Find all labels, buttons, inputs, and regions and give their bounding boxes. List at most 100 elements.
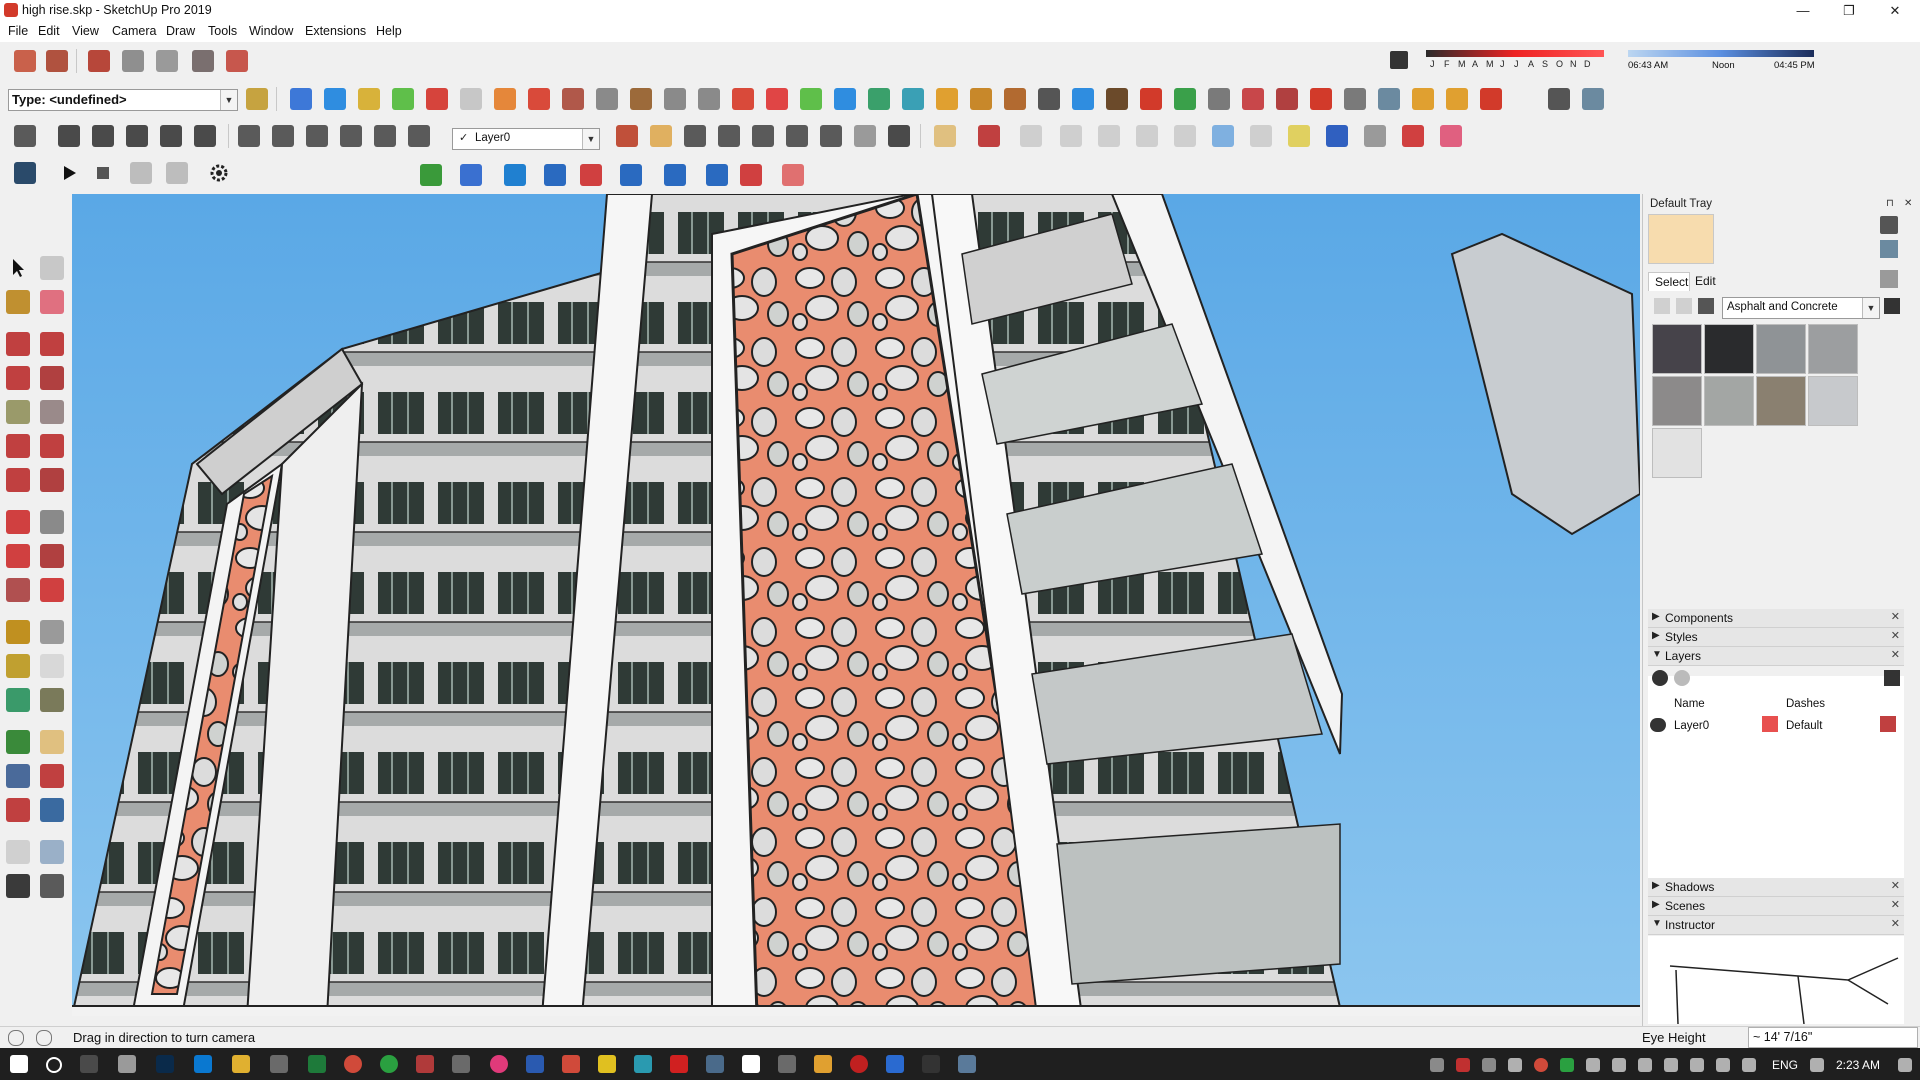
swatch-3[interactable]	[1756, 324, 1806, 374]
details-arrow-icon[interactable]	[1884, 298, 1900, 314]
classifier-icon[interactable]	[246, 88, 268, 110]
tray-close-button[interactable]: ✕	[1904, 198, 1912, 209]
tray-icon-2[interactable]	[1456, 1058, 1470, 1072]
home-icon[interactable]	[1698, 298, 1714, 314]
intersect-icon[interactable]	[800, 88, 822, 110]
extension-icon-3[interactable]	[1412, 88, 1434, 110]
tray-icon-1[interactable]	[1430, 1058, 1444, 1072]
offset-icon[interactable]	[698, 88, 720, 110]
layers-col-dashes[interactable]: Dashes	[1786, 698, 1825, 710]
menu-tools[interactable]: Tools	[208, 24, 237, 38]
spiral-icon[interactable]	[1364, 125, 1386, 147]
add-detail-icon[interactable]	[1140, 88, 1162, 110]
smoove-icon[interactable]	[1038, 88, 1060, 110]
view-front-icon[interactable]	[358, 88, 380, 110]
stop-icon[interactable]	[92, 162, 114, 184]
circle-tool-icon[interactable]	[6, 400, 30, 424]
time-slider[interactable]	[1628, 50, 1814, 57]
extension-icon-7[interactable]	[1582, 88, 1604, 110]
select-arrow-icon[interactable]	[6, 256, 30, 280]
extension-icon-6[interactable]	[1548, 88, 1570, 110]
section-tool-icon[interactable]	[226, 50, 248, 72]
freehand-tool-icon[interactable]	[40, 332, 64, 356]
walk-icon[interactable]	[888, 125, 910, 147]
move-tool-icon[interactable]	[6, 510, 30, 534]
lumion-icon[interactable]	[14, 162, 36, 184]
excel-icon[interactable]	[308, 1055, 326, 1073]
restore-button[interactable]: ❐	[1826, 0, 1872, 22]
freehand-icon[interactable]	[1288, 125, 1310, 147]
panel-shadows[interactable]: ▶ Shadows ✕	[1648, 878, 1904, 897]
3d-text-icon[interactable]	[40, 688, 64, 712]
section-plane-icon[interactable]	[562, 88, 584, 110]
acrobat-icon[interactable]	[670, 1055, 688, 1073]
walk-tool-icon[interactable]	[6, 874, 30, 898]
play-icon[interactable]	[58, 162, 80, 184]
dynamic-component-icon[interactable]	[1208, 88, 1230, 110]
view-left-icon[interactable]	[460, 88, 482, 110]
view-back-icon[interactable]	[426, 88, 448, 110]
keyboard-icon[interactable]	[1810, 1058, 1824, 1072]
dimension-icon[interactable]	[40, 620, 64, 644]
previous-view-icon[interactable]	[786, 125, 808, 147]
paint-bucket-icon[interactable]	[6, 290, 30, 314]
layer-color-swatch[interactable]	[1762, 716, 1778, 732]
swatch-5[interactable]	[1652, 376, 1702, 426]
offset-tool-icon[interactable]	[40, 578, 64, 602]
extension-icon-1[interactable]	[1344, 88, 1366, 110]
zoom-window-tool-icon[interactable]	[40, 764, 64, 788]
tab-edit[interactable]: Edit	[1689, 272, 1727, 290]
extension-icon-2[interactable]	[1378, 88, 1400, 110]
stamp-icon[interactable]	[1072, 88, 1094, 110]
split-icon[interactable]	[902, 88, 924, 110]
paint-icon[interactable]	[528, 88, 550, 110]
trim-icon[interactable]	[868, 88, 890, 110]
tray-icon-5[interactable]	[1612, 1058, 1626, 1072]
measurements-box[interactable]: ~ 14' 7/16"	[1748, 1027, 1918, 1048]
chevron-down-icon[interactable]: ▼	[582, 129, 599, 149]
bridge-icon[interactable]	[922, 1055, 940, 1073]
photoshop-icon[interactable]	[156, 1055, 174, 1073]
language-indicator[interactable]: ENG	[1772, 1058, 1798, 1072]
app-icon-5[interactable]	[706, 1055, 724, 1073]
scene-remove-icon[interactable]	[166, 162, 188, 184]
position-camera-tool-icon[interactable]	[6, 840, 30, 864]
menu-draw[interactable]: Draw	[166, 24, 195, 38]
zoom-window-icon[interactable]	[718, 125, 740, 147]
menu-extensions[interactable]: Extensions	[305, 24, 366, 38]
create-material-icon[interactable]	[1880, 216, 1898, 234]
axes-tool-icon[interactable]	[6, 688, 30, 712]
pencil-icon[interactable]	[978, 125, 1000, 147]
view-iso-icon[interactable]	[290, 88, 312, 110]
protractor-icon[interactable]	[6, 654, 30, 678]
panel-styles[interactable]: ▶ Styles ✕	[1648, 628, 1904, 647]
scene-add-icon[interactable]	[130, 162, 152, 184]
zoom-extents-tool-icon[interactable]	[6, 798, 30, 822]
minimize-button[interactable]: —	[1780, 0, 1826, 22]
pen-icon[interactable]	[1742, 1058, 1756, 1072]
sketchup-taskbar-icon[interactable]	[562, 1055, 580, 1073]
create-component-icon[interactable]	[14, 125, 36, 147]
app-icon-6[interactable]	[742, 1055, 760, 1073]
chevron-down-icon[interactable]: ▼	[220, 90, 237, 110]
scale-icon[interactable]	[620, 164, 642, 186]
app-icon-10[interactable]	[958, 1055, 976, 1073]
mirror-icon[interactable]	[664, 164, 686, 186]
menu-camera[interactable]: Camera	[112, 24, 156, 38]
app-icon-3[interactable]	[490, 1055, 508, 1073]
sandbox-scratch-icon[interactable]	[1004, 88, 1026, 110]
arc-icon[interactable]	[1212, 125, 1234, 147]
top-view-icon[interactable]	[272, 125, 294, 147]
panel-components[interactable]: ▶ Components ✕	[1648, 609, 1904, 628]
sample-paint-icon[interactable]	[1880, 270, 1898, 288]
layer-details-icon[interactable]	[1884, 670, 1900, 686]
warning-icon[interactable]	[936, 88, 958, 110]
orbit-tool-icon[interactable]	[6, 730, 30, 754]
hidden-line-icon[interactable]	[160, 125, 182, 147]
polygon-tool-icon[interactable]	[40, 400, 64, 424]
outer-shell-icon[interactable]	[766, 88, 788, 110]
onedrive-icon[interactable]	[1664, 1058, 1678, 1072]
left-view-icon[interactable]	[408, 125, 430, 147]
warehouse-icon[interactable]	[14, 50, 36, 72]
sandbox-icon[interactable]	[156, 50, 178, 72]
